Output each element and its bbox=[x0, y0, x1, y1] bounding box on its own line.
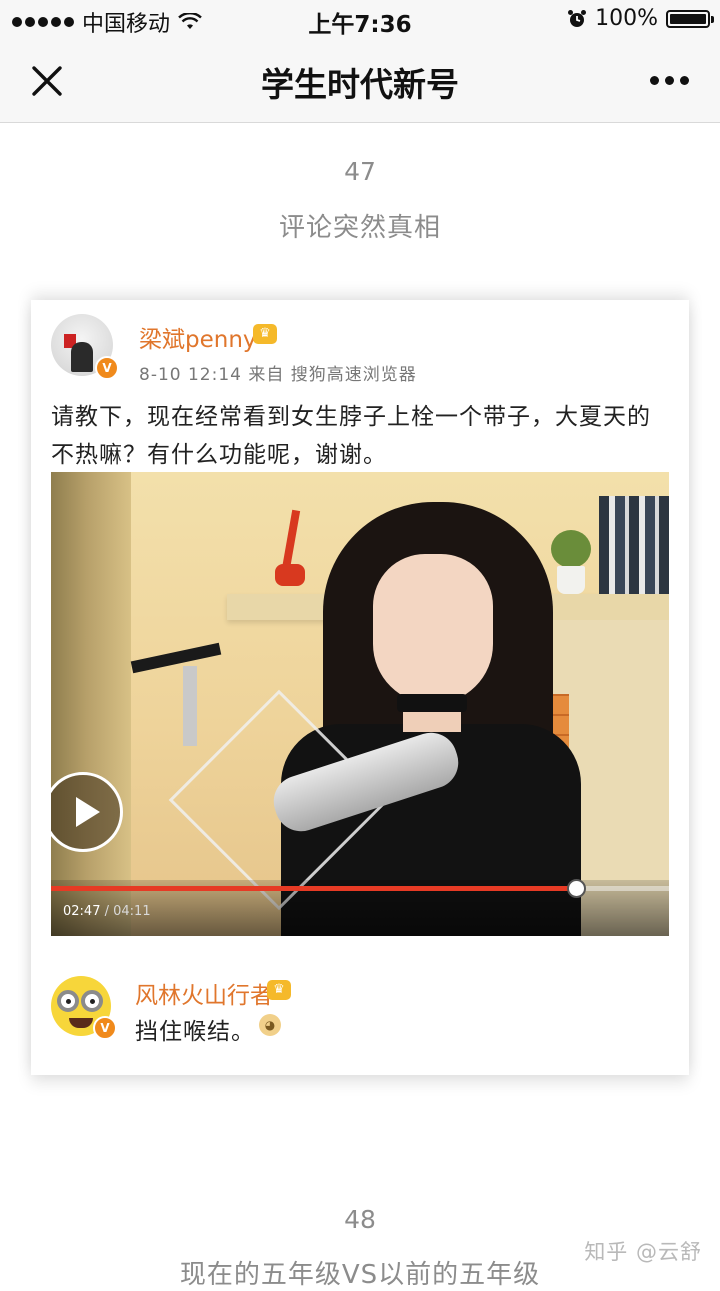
video-progress-bar[interactable] bbox=[51, 879, 669, 898]
battery-percent: 100% bbox=[595, 6, 658, 31]
video-player[interactable]: 02:47 / 04:11 bbox=[51, 472, 669, 936]
battery-fill bbox=[670, 13, 706, 24]
crown-badge-icon: ♛ bbox=[267, 980, 291, 1000]
section-number: 48 bbox=[344, 1205, 376, 1234]
comment-author-name: 风林火山行者 bbox=[135, 983, 273, 1009]
bookshelf-image bbox=[599, 496, 669, 594]
video-time: 02:47 / 04:11 bbox=[63, 904, 151, 919]
verified-badge-icon: V bbox=[95, 356, 119, 380]
video-total-time: / 04:11 bbox=[104, 904, 151, 919]
section-number: 47 bbox=[344, 157, 376, 186]
verified-badge-icon: V bbox=[93, 1016, 117, 1040]
comment-body: 挡住喉结。 bbox=[135, 1019, 255, 1045]
status-right: 100% bbox=[567, 6, 714, 31]
nav-bar: 学生时代新号 bbox=[0, 40, 720, 123]
zhihu-watermark: 知乎 @云舒 bbox=[584, 1240, 702, 1264]
video-current-time: 02:47 bbox=[63, 904, 101, 919]
video-progress-fill bbox=[51, 886, 577, 891]
more-dot-icon bbox=[680, 75, 689, 85]
post-author-name: 梁斌penny bbox=[139, 327, 257, 353]
status-bar: 中国移动 上午7:36 100% bbox=[0, 0, 720, 40]
crown-badge-icon: ♛ bbox=[253, 324, 277, 344]
more-options-button[interactable] bbox=[650, 70, 692, 90]
plant-image bbox=[549, 530, 591, 594]
more-dot-icon bbox=[650, 75, 659, 85]
section-title: 评论突然真相 bbox=[278, 213, 441, 243]
more-dot-icon bbox=[665, 75, 674, 85]
person-image bbox=[373, 554, 493, 704]
post-body: 请教下，现在经常看到女生脖子上栓一个带子，大夏天的不热嘛？有什么功能呢，谢谢。 bbox=[51, 404, 651, 468]
doge-emoji-icon: ◕ bbox=[259, 1014, 281, 1036]
choker-image bbox=[397, 694, 467, 712]
giraffe-figurine-image bbox=[273, 509, 307, 594]
page-title: 学生时代新号 bbox=[261, 65, 459, 104]
battery-icon bbox=[666, 9, 714, 28]
alarm-clock-icon bbox=[568, 9, 587, 27]
post-meta: 8-10 12:14 来自 搜狗高速浏览器 bbox=[139, 365, 417, 385]
post-screenshot-card: V 梁斌penny ♛ 8-10 12:14 来自 搜狗高速浏览器 请教下，现在… bbox=[31, 300, 689, 1075]
